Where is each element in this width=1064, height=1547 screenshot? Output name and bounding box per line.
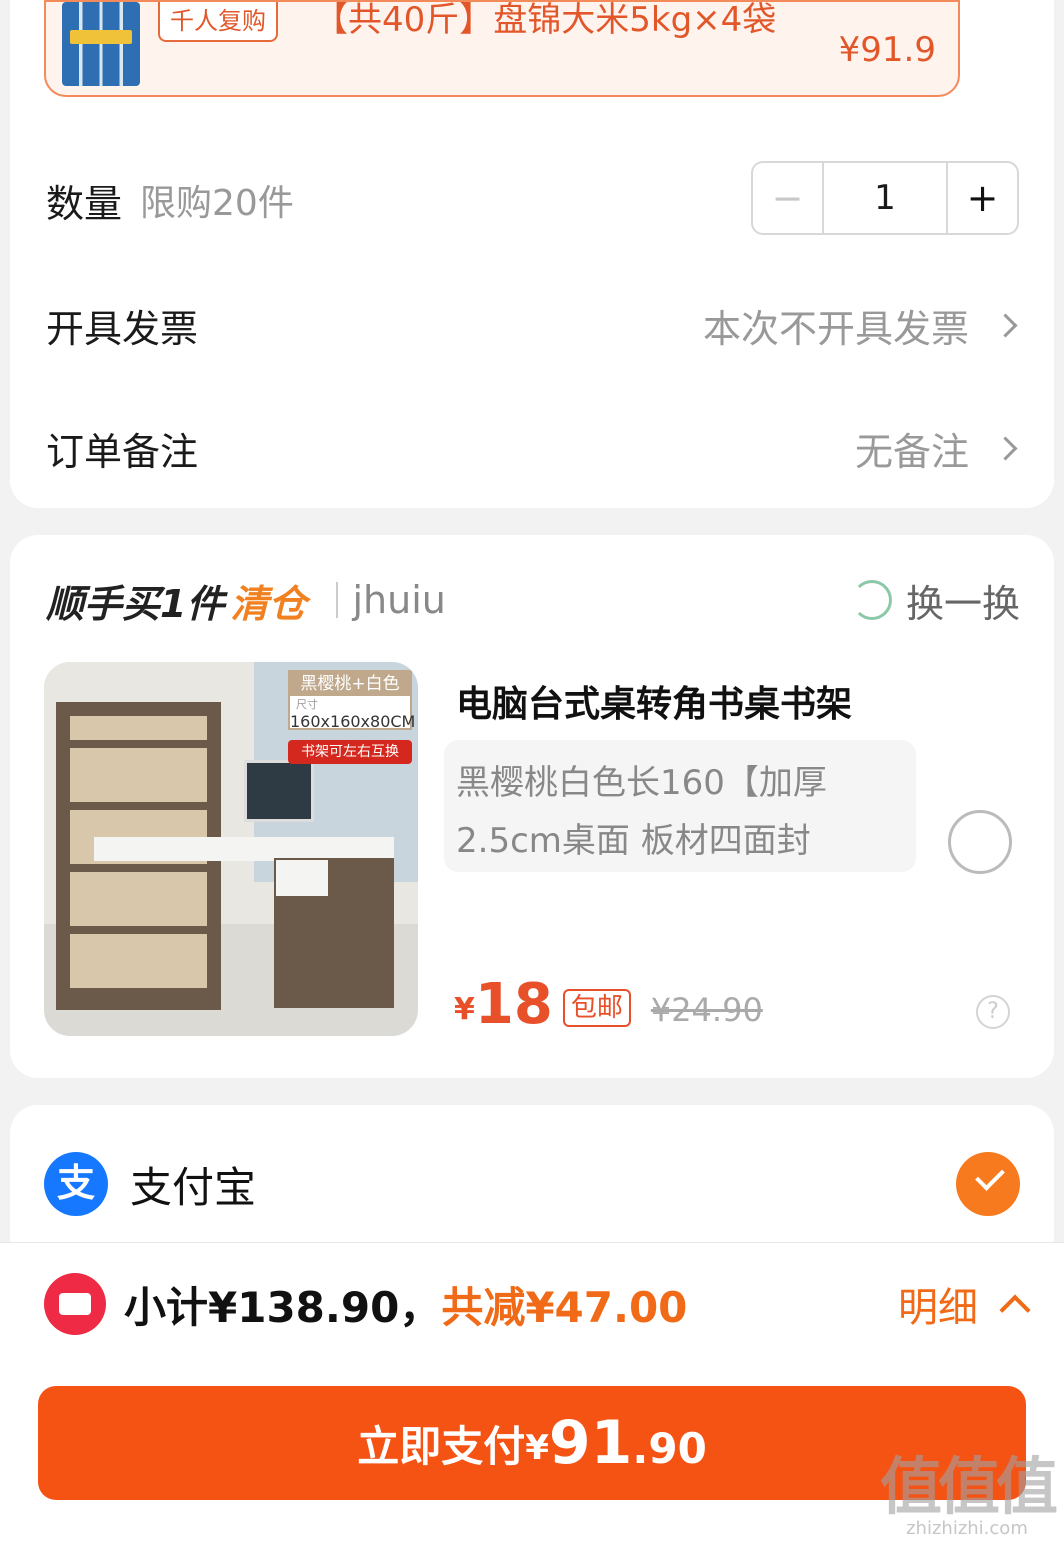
price-summary: 小计¥138.90， 共减¥47.00 明细 <box>44 1271 1040 1337</box>
purchase-limit: 限购20件 <box>140 183 294 224</box>
pay-now-button[interactable]: 立即支付 ¥ 91 .90 <box>38 1386 1026 1500</box>
help-icon[interactable]: ? <box>976 995 1010 1029</box>
alipay-icon: 支 <box>44 1152 108 1216</box>
addon-price: ¥ 18 包邮 ¥24.90 <box>454 972 763 1037</box>
invoice-row[interactable]: 开具发票 本次不开具发票 <box>46 295 1020 355</box>
image-drawer <box>276 860 328 896</box>
quantity-label: 数量 <box>46 181 123 226</box>
subtotal: 小计¥138.90， <box>124 1282 442 1332</box>
swap-button[interactable]: 换一换 <box>851 573 1020 628</box>
alipay-option[interactable]: 支 支付宝 <box>44 1151 1020 1217</box>
reversible-tag: 书架可左右互换 <box>288 740 412 764</box>
original-price: ¥24.90 <box>650 991 763 1029</box>
image-monitor <box>244 760 314 822</box>
repurchase-badge: 千人复购 <box>158 2 278 42</box>
color-size-tag: 黑樱桃+白色 尺寸 160x160x80CM <box>288 670 415 731</box>
payment-name: 支付宝 <box>130 1162 257 1212</box>
remark-value: 无备注 <box>854 429 969 474</box>
addon-product-image[interactable]: 黑樱桃+白色 尺寸 160x160x80CM 书架可左右互换 <box>44 662 418 1036</box>
addon-header: 顺手买1件 清仓 jhuiu 换一换 <box>46 565 1020 635</box>
quantity-input[interactable]: 1 <box>824 163 946 233</box>
addon-price-value: 18 <box>474 972 553 1037</box>
chevron-up-icon <box>999 1294 1031 1326</box>
total-discount: 共减¥47.00 <box>441 1282 688 1332</box>
quantity-stepper: − 1 + <box>751 161 1019 235</box>
watermark-logo: 值值值 zhizhizhi.com <box>879 1450 1058 1540</box>
addon-product-name[interactable]: 电脑台式桌转角书桌书架 <box>456 675 852 727</box>
addon-card: 顺手买1件 清仓 jhuiu 换一换 黑樱桃+白色 尺寸 160x160x80C… <box>10 535 1054 1078</box>
chevron-right-icon <box>993 435 1018 461</box>
increase-button[interactable]: + <box>946 163 1017 233</box>
decrease-button[interactable]: − <box>753 163 824 233</box>
clearance-tag: 清仓 <box>230 581 307 626</box>
addon-spec-selector[interactable]: 黑樱桃白色长160【加厚2.5cm桌面 板材四面封 <box>444 740 916 872</box>
checkmark-icon[interactable] <box>956 1152 1020 1216</box>
divider <box>336 582 339 618</box>
invoice-label: 开具发票 <box>46 306 199 351</box>
coupon-icon <box>44 1273 106 1335</box>
featured-price: ¥91.9 <box>838 30 936 70</box>
addon-select-radio[interactable] <box>948 810 1012 874</box>
store-name: jhuiu <box>352 578 446 622</box>
checkout-bar: 小计¥138.90， 共减¥47.00 明细 立即支付 ¥ 91 .90 值值值… <box>0 1242 1064 1547</box>
remark-label: 订单备注 <box>46 429 199 474</box>
featured-product[interactable]: 【共40斤】盘锦大米5kg×4袋 千人复购 ¥91.9 <box>44 0 960 97</box>
invoice-value: 本次不开具发票 <box>702 306 969 351</box>
product-thumbnail <box>62 2 140 86</box>
detail-toggle[interactable]: 明细 <box>898 1275 1040 1333</box>
swap-label: 换一换 <box>905 581 1020 626</box>
free-shipping-badge: 包邮 <box>562 989 631 1027</box>
order-card: 【共40斤】盘锦大米5kg×4袋 千人复购 ¥91.9 数量 限购20件 − 1… <box>10 0 1054 508</box>
refresh-icon <box>851 580 892 620</box>
addon-title: 顺手买1件 <box>46 581 225 626</box>
chevron-right-icon <box>993 312 1018 338</box>
remark-row[interactable]: 订单备注 无备注 <box>46 418 1020 478</box>
